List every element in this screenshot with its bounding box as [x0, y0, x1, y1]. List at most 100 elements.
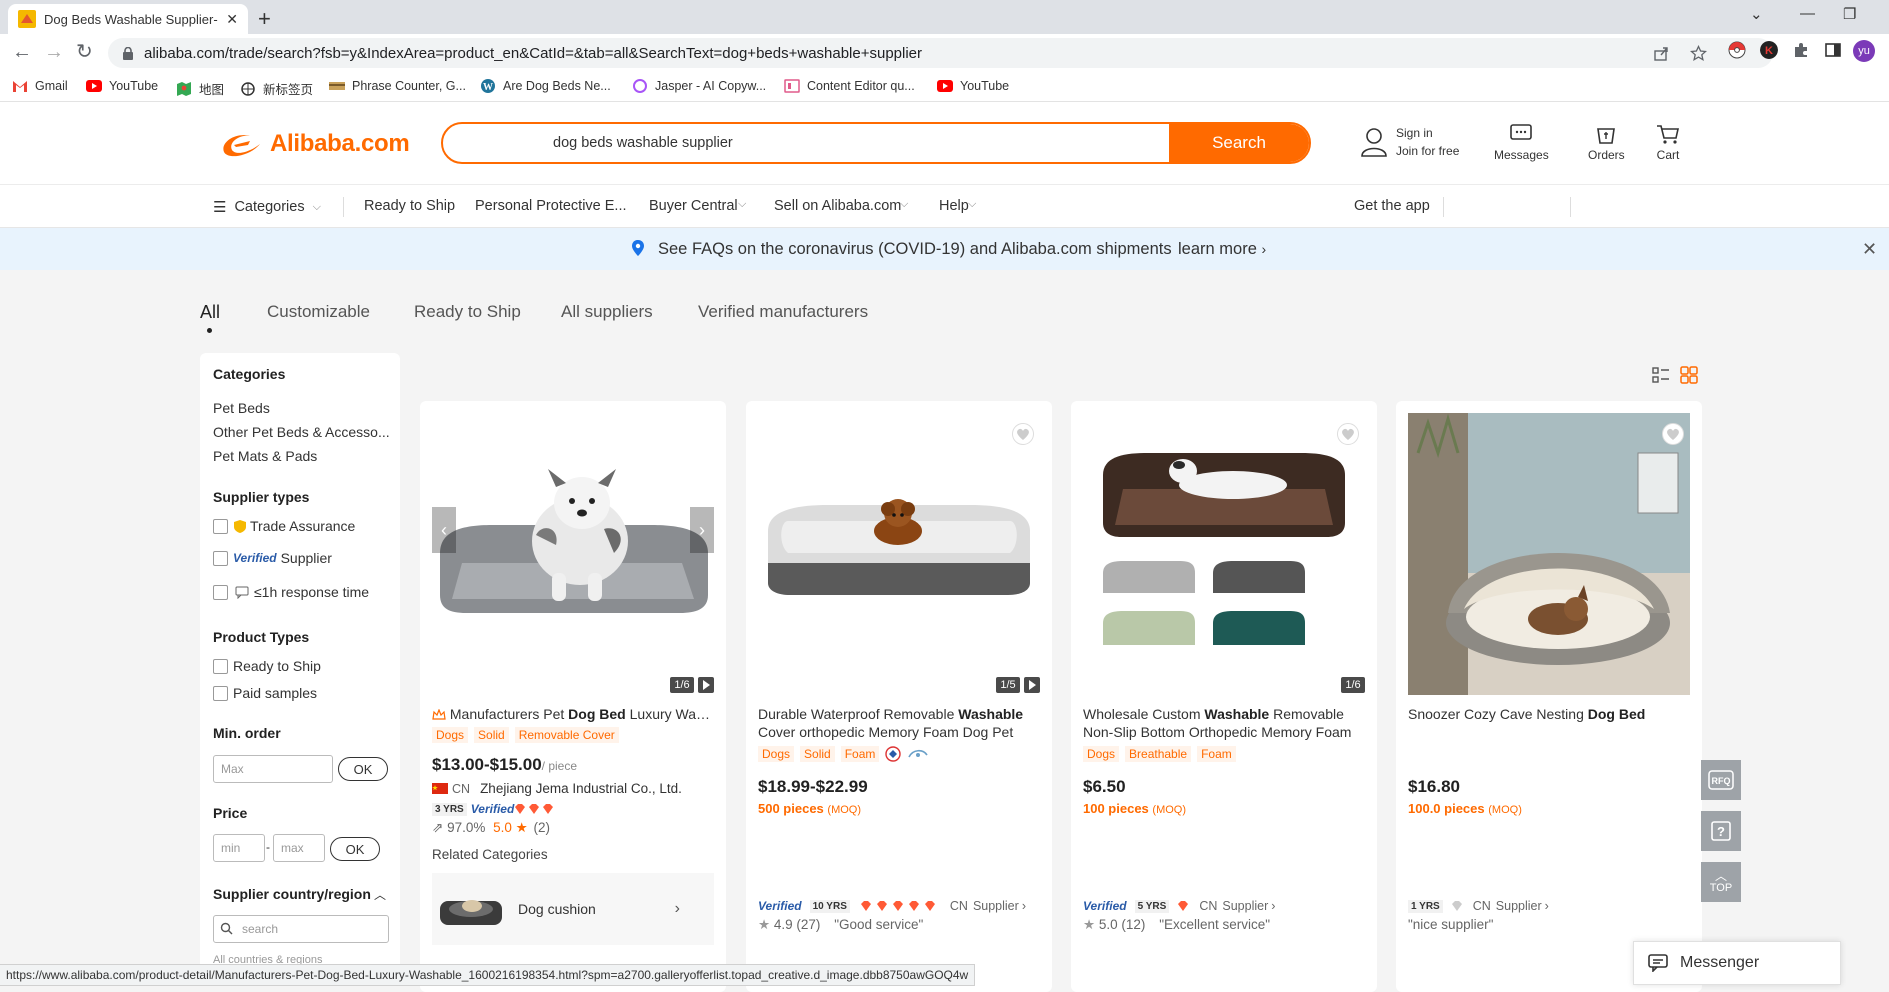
product-title[interactable]: Durable Waterproof Removable Washable Co…	[758, 705, 1040, 741]
close-banner-icon[interactable]: ✕	[1862, 239, 1877, 260]
side-panel-icon[interactable]	[1824, 41, 1842, 59]
tab-ready-to-ship[interactable]: Ready to Ship	[414, 302, 521, 322]
bookmark-youtube-2[interactable]: YouTube	[937, 79, 1009, 93]
bookmark-wordpress[interactable]: W Are Dog Beds Ne...	[480, 79, 611, 93]
supplier-badges[interactable]: Verified 5 YRS CN Supplier ›	[1083, 899, 1275, 913]
forward-icon[interactable]: →	[44, 42, 64, 62]
nav-buyer-central[interactable]: Buyer Central	[649, 198, 738, 214]
bookmark-gmail[interactable]: Gmail	[12, 79, 68, 93]
reload-icon[interactable]: ↻	[76, 42, 93, 62]
favorite-heart-icon[interactable]	[1662, 423, 1684, 445]
categories-menu[interactable]: ☰ Categories ⌵	[213, 198, 321, 216]
product-card[interactable]: Snoozer Cozy Cave Nesting Dog Bed $16.80…	[1396, 401, 1702, 992]
favorite-heart-icon[interactable]	[1337, 423, 1359, 445]
verified-supplier-filter[interactable]: Verified Supplier	[213, 550, 332, 566]
product-image[interactable]	[1408, 413, 1690, 695]
video-play-icon[interactable]	[698, 677, 714, 693]
tab-all[interactable]: All	[200, 302, 220, 323]
nav-help[interactable]: Help	[939, 198, 969, 214]
price-ok-button[interactable]: OK	[330, 837, 380, 861]
back-icon[interactable]: ←	[12, 42, 32, 62]
supplier-name[interactable]: Zhejiang Jema Industrial Co., Ltd.	[480, 781, 682, 796]
messages-button[interactable]: Messages	[1494, 124, 1549, 162]
new-tab-icon[interactable]: +	[258, 6, 271, 32]
supplier-info[interactable]: CN Zhejiang Jema Industrial Co., Ltd.	[432, 781, 682, 796]
url-field[interactable]: alibaba.com/trade/search?fsb=y&IndexArea…	[108, 38, 1773, 68]
supplier-badges[interactable]: 1 YRS CN Supplier ›	[1408, 899, 1549, 913]
video-play-icon[interactable]	[1024, 677, 1040, 693]
nav-ready-to-ship[interactable]: Ready to Ship	[364, 198, 455, 214]
share-icon[interactable]	[1653, 45, 1670, 62]
tab-all-suppliers[interactable]: All suppliers	[561, 302, 653, 322]
checkbox[interactable]	[213, 658, 228, 674]
favorite-heart-icon[interactable]	[1012, 423, 1034, 445]
product-image[interactable]	[1083, 413, 1365, 695]
response-time-filter[interactable]: ≤1h response time	[213, 584, 369, 600]
tab-search-icon[interactable]: ⌄	[1750, 5, 1763, 23]
ready-to-ship-filter[interactable]: Ready to Ship	[213, 658, 321, 674]
alibaba-logo[interactable]: Alibaba.com	[220, 130, 410, 158]
product-card[interactable]: ‹ › 1/6 Manufacturers Pet Dog Bed Luxury…	[420, 401, 726, 992]
bookmark-new-tab[interactable]: 新标签页	[240, 79, 313, 98]
grid-view-icon[interactable]	[1680, 366, 1698, 384]
trade-assurance-filter[interactable]: Trade Assurance	[213, 518, 355, 534]
rfq-button[interactable]: RFQ	[1701, 760, 1741, 800]
browser-tab[interactable]: Dog Beds Washable Supplier- ✕	[8, 4, 248, 34]
sign-in-link[interactable]: Sign in	[1396, 124, 1459, 142]
tab-customizable[interactable]: Customizable	[267, 302, 370, 322]
product-image[interactable]	[758, 413, 1040, 695]
orders-button[interactable]: Orders	[1588, 124, 1625, 162]
bookmark-jasper[interactable]: Jasper - AI Copyw...	[632, 79, 766, 93]
bookmark-maps[interactable]: 地图	[176, 79, 224, 98]
search-input[interactable]: dog beds washable supplier	[553, 135, 733, 151]
paid-samples-filter[interactable]: Paid samples	[213, 685, 317, 701]
category-other-pet-beds[interactable]: Other Pet Beds & Accesso...	[213, 424, 390, 440]
product-title[interactable]: Manufacturers Pet Dog Bed Luxury Washabl…	[432, 705, 714, 723]
checkbox[interactable]	[213, 550, 228, 566]
chevron-up-icon[interactable]: ︿	[374, 886, 386, 903]
price-min-input[interactable]: min	[213, 834, 265, 862]
category-pet-mats[interactable]: Pet Mats & Pads	[213, 448, 317, 464]
product-card[interactable]: 1/5 Durable Waterproof Removable Washabl…	[746, 401, 1052, 992]
country-search-input[interactable]: search	[213, 915, 389, 943]
product-image[interactable]: ‹ ›	[432, 413, 714, 695]
restore-icon[interactable]: ❐	[1843, 5, 1856, 23]
back-to-top-button[interactable]: ︿ TOP	[1701, 862, 1741, 902]
close-tab-icon[interactable]: ✕	[226, 11, 238, 28]
bookmark-youtube[interactable]: YouTube	[86, 79, 158, 93]
search-button[interactable]: Search	[1169, 124, 1309, 162]
checkbox[interactable]	[213, 518, 228, 534]
list-view-icon[interactable]	[1652, 366, 1670, 384]
get-the-app-link[interactable]: Get the app	[1354, 198, 1430, 214]
cart-button[interactable]: Cart	[1656, 124, 1680, 162]
checkbox[interactable]	[213, 685, 228, 701]
product-card[interactable]: 1/6 Wholesale Custom Washable Removable …	[1071, 401, 1377, 992]
price-max-input[interactable]: max	[273, 834, 325, 862]
product-title[interactable]: Wholesale Custom Washable Removable Non-…	[1083, 705, 1365, 741]
extension-k-icon[interactable]: K	[1760, 41, 1778, 59]
bookmark-phrase-counter[interactable]: Phrase Counter, G...	[329, 79, 466, 93]
nav-ppe[interactable]: Personal Protective E...	[475, 198, 627, 214]
next-image-arrow[interactable]: ›	[690, 507, 714, 553]
bookmark-star-icon[interactable]	[1690, 45, 1707, 62]
nav-sell-on-alibaba[interactable]: Sell on Alibaba.com	[774, 198, 901, 214]
category-pet-beds[interactable]: Pet Beds	[213, 400, 270, 416]
min-order-ok-button[interactable]: OK	[338, 757, 388, 781]
minimize-icon[interactable]: —	[1800, 5, 1815, 22]
product-title[interactable]: Snoozer Cozy Cave Nesting Dog Bed	[1408, 705, 1690, 723]
checkbox[interactable]	[213, 584, 228, 600]
tab-verified-manufacturers[interactable]: Verified manufacturers	[698, 302, 868, 322]
extension-pokeball-icon[interactable]	[1728, 41, 1746, 59]
min-order-input[interactable]: Max	[213, 755, 333, 783]
learn-more-link[interactable]: learn more ›	[1178, 240, 1266, 259]
profile-avatar[interactable]: yu	[1853, 40, 1875, 62]
extensions-puzzle-icon[interactable]	[1792, 41, 1810, 59]
supplier-badges[interactable]: Verified 10 YRS CN Supplier ›	[758, 899, 1026, 913]
bookmark-content-editor[interactable]: Content Editor qu...	[784, 79, 915, 93]
join-link[interactable]: Join for free	[1396, 142, 1459, 160]
sign-in-area[interactable]: Sign in Join for free	[1360, 124, 1459, 160]
related-category-item[interactable]: Dog cushion ›	[432, 873, 714, 945]
messenger-button[interactable]: Messenger	[1633, 941, 1841, 985]
prev-image-arrow[interactable]: ‹	[432, 507, 456, 553]
feedback-button[interactable]: ?	[1701, 811, 1741, 851]
